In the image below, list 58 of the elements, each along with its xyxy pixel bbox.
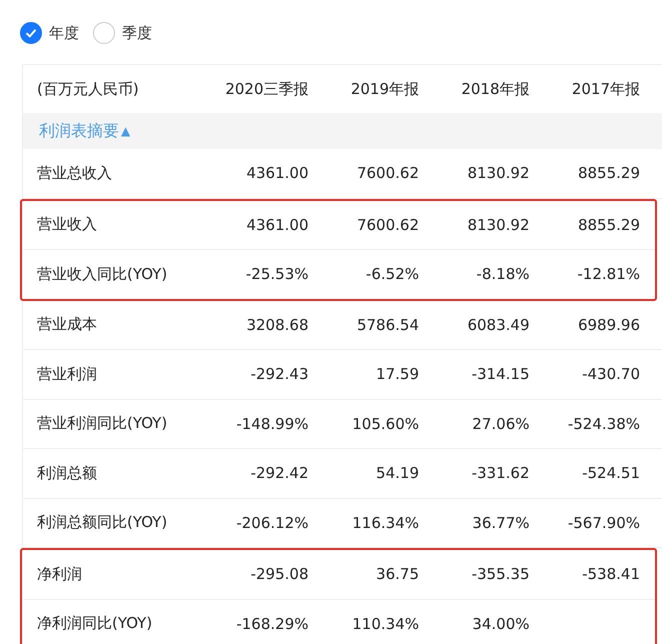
- table-cell-text: -292.43: [250, 365, 308, 384]
- period-radio[interactable]: 季度: [93, 22, 152, 44]
- table-cell-text: 8855.29: [576, 216, 640, 234]
- table-cell-text: 4361.00: [245, 164, 308, 182]
- table-cell-text: 110.34%: [351, 614, 419, 633]
- table-cell-text: -295.08: [250, 565, 308, 584]
- period-radio[interactable]: 年度: [20, 22, 79, 44]
- table-cell-text: -524.51: [581, 464, 640, 482]
- table-cell-text: 8855.29: [576, 164, 640, 182]
- table-cell-text: 116.34%: [351, 514, 419, 532]
- table-cell-text: -8.18%: [475, 265, 530, 284]
- table-cell-text: -524.38%: [566, 414, 640, 433]
- row-label: 营业收入: [36, 215, 98, 234]
- column-header: 2020三季报: [224, 80, 308, 98]
- row-label: 利润总额: [36, 464, 98, 483]
- table-cell-text: -314.15: [470, 365, 530, 384]
- table-cell-text: 5786.54: [356, 316, 419, 334]
- table-cell-text: 54.19: [375, 464, 419, 482]
- table-cell-text: 8130.92: [466, 164, 530, 182]
- table-cell-text: 105.60%: [351, 414, 419, 433]
- row-label: 营业利润: [36, 364, 98, 384]
- table-cell-text: 6989.96: [576, 316, 640, 334]
- table-cell-text: 36.75: [375, 565, 419, 584]
- table-cell-text: -6.52%: [364, 265, 419, 284]
- table-cell-text: -168.29%: [235, 614, 308, 633]
- table-cell-text: 6083.49: [466, 316, 530, 334]
- column-header: 2017年报: [570, 80, 640, 98]
- row-label: 营业收入同比(YOY): [36, 264, 168, 284]
- table-cell-text: -206.12%: [235, 514, 308, 532]
- table-cell-text: -148.99%: [235, 414, 308, 433]
- column-header: 2018年报: [460, 80, 530, 98]
- row-label: 净利润: [36, 564, 83, 584]
- radio-icon: [93, 22, 115, 44]
- table-cell-text: -430.70: [581, 365, 640, 384]
- table-cell-text: -292.42: [250, 464, 308, 482]
- table-cell-text: 8130.92: [466, 216, 530, 234]
- row-label: 营业利润同比(YOY): [36, 414, 168, 434]
- table-cell-text: 3208.68: [245, 316, 308, 334]
- table-cell-text: -12.81%: [576, 265, 640, 284]
- row-label: 利润总额同比(YOY): [36, 513, 168, 532]
- table-cell-text: 17.59: [375, 365, 419, 384]
- column-header: 2019年报: [350, 80, 419, 98]
- table-cell-text: 27.06%: [471, 414, 530, 433]
- table-cell-text: 7600.62: [356, 216, 419, 234]
- table-cell-text: -331.62: [470, 464, 530, 482]
- table-cell-text: 34.00%: [471, 614, 530, 633]
- radio-icon: [20, 22, 42, 44]
- table-cell-text: -355.35: [470, 565, 530, 584]
- row-label: 净利润同比(YOY): [36, 614, 154, 634]
- row-label: 营业总收入: [36, 164, 113, 183]
- table-cell-text: -538.41: [581, 565, 640, 584]
- row-label: 营业成本: [36, 315, 98, 334]
- table-cell-text: 4361.00: [245, 216, 308, 234]
- column-header: (百万元人民币): [36, 80, 140, 98]
- table-cell-text: -567.90%: [566, 514, 640, 532]
- table-cell-text: 7600.62: [356, 164, 419, 182]
- table-cell-text: -25.53%: [244, 265, 308, 284]
- table-cell-text: 36.77%: [471, 514, 530, 532]
